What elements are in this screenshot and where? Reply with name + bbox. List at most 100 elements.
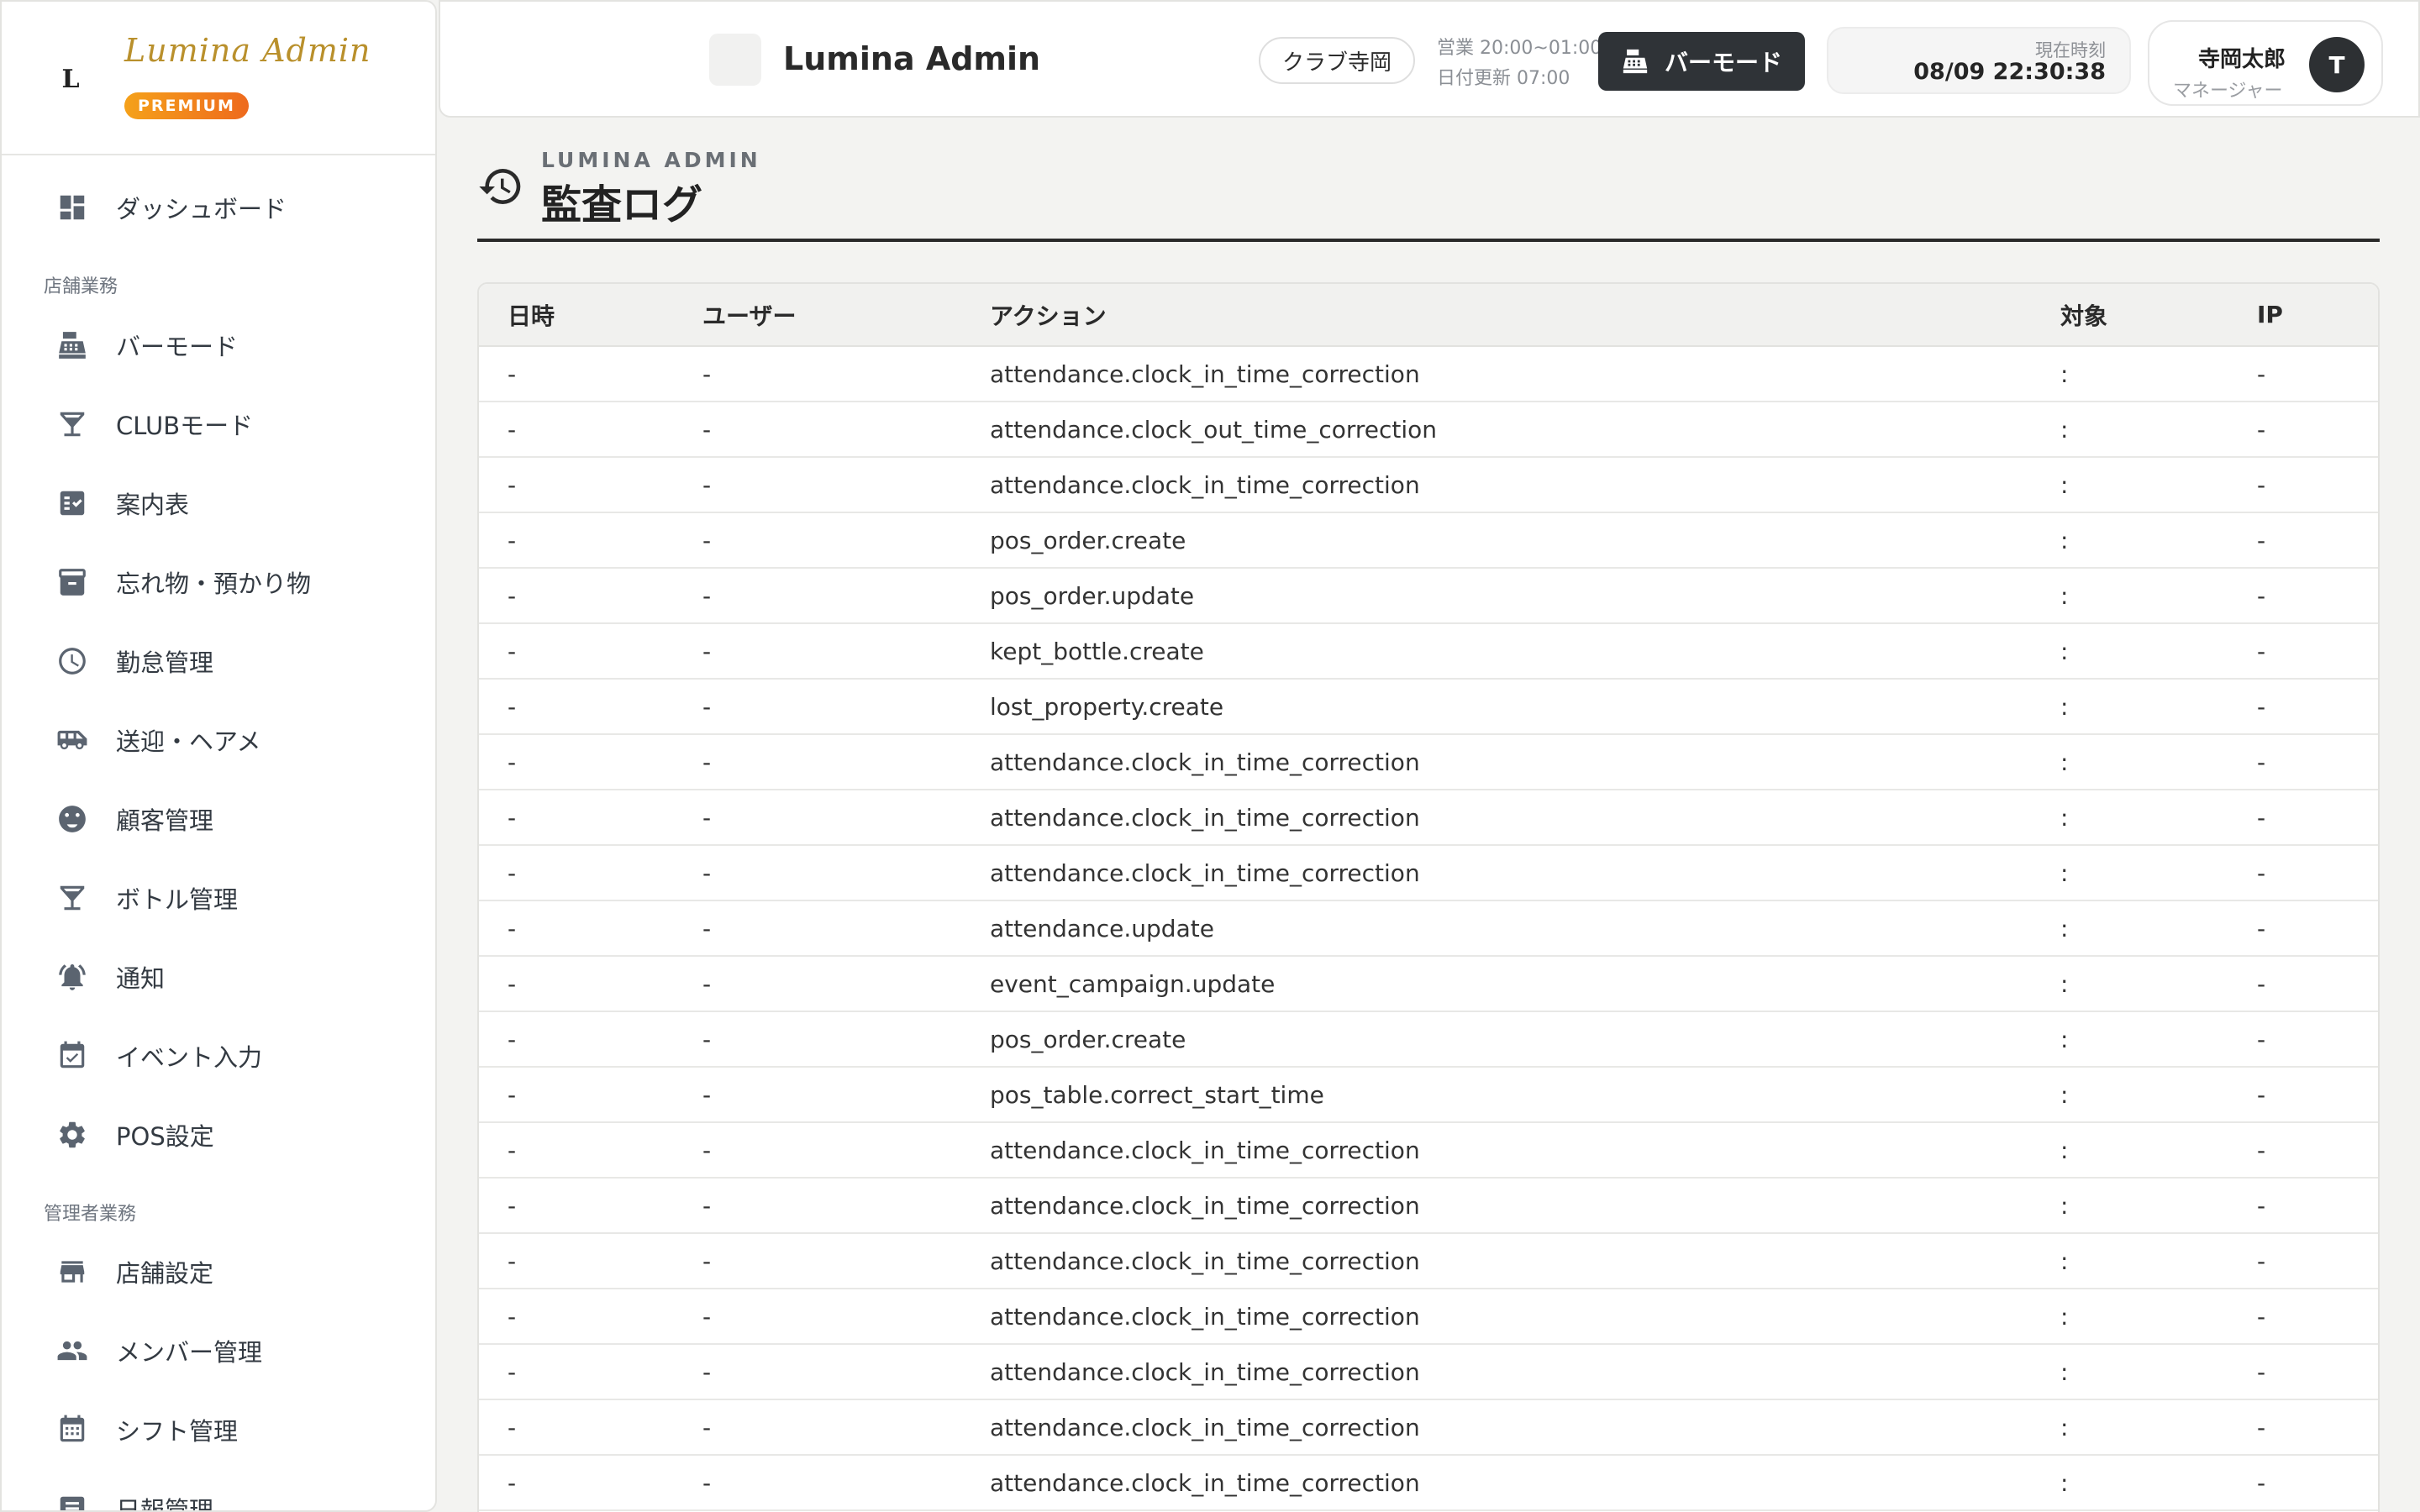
table-row[interactable]: - - attendance.clock_in_time_correction: - xyxy=(479,1233,2378,1289)
sidebar-item-store-settings[interactable]: 店舗設定 xyxy=(2,1238,435,1305)
table-row[interactable]: - - kept_bottle.create: - xyxy=(479,623,2378,680)
table-row[interactable]: - - event_campaign.update: - xyxy=(479,956,2378,1012)
user-menu[interactable]: 寺岡太郎 マネージャー T xyxy=(2148,20,2383,106)
sidebar-item-daily-reports[interactable]: 日報管理 xyxy=(2,1475,435,1510)
table-row[interactable]: - - pos_order.update: - xyxy=(479,568,2378,624)
cell-ip: - xyxy=(2228,1344,2378,1400)
cell-target: : xyxy=(2032,346,2228,402)
cell-user: - xyxy=(674,1011,961,1068)
sidebar-item-attendance[interactable]: 勤怠管理 xyxy=(2,627,435,695)
cell-ip: - xyxy=(2228,1289,2378,1345)
cell-datetime: - xyxy=(479,1289,674,1345)
archive-box-icon xyxy=(55,565,89,599)
store-selector[interactable]: クラブ寺岡 xyxy=(1259,37,1416,84)
sidebar-item-label: POS設定 xyxy=(116,1122,214,1151)
cell-user: - xyxy=(674,1233,961,1289)
table-row[interactable]: - - attendance.clock_in_time_correction: - xyxy=(479,1344,2378,1400)
cell-ip: - xyxy=(2228,679,2378,735)
table-row[interactable]: - - pos_order.create: - xyxy=(479,1011,2378,1068)
section-label-admin-operations: 管理者業務 xyxy=(44,1204,137,1225)
cell-user: - xyxy=(674,845,961,901)
table-row[interactable]: - - attendance.clock_in_time_correction: - xyxy=(479,1122,2378,1179)
cell-action: event_campaign.update xyxy=(961,956,2032,1012)
table-row[interactable]: - - pos_order.create: - xyxy=(479,512,2378,569)
cell-target: : xyxy=(2032,845,2228,901)
column-header-target[interactable]: 対象 xyxy=(2032,284,2228,347)
sidebar-item-pos-settings[interactable]: POS設定 xyxy=(2,1101,435,1168)
cell-target: : xyxy=(2032,679,2228,735)
cell-action: attendance.clock_in_time_correction xyxy=(961,845,2032,901)
cell-datetime: - xyxy=(479,845,674,901)
table-row[interactable]: - - lost_property.create: - xyxy=(479,679,2378,735)
cell-target: : xyxy=(2032,790,2228,846)
avatar[interactable]: T xyxy=(2309,37,2365,92)
cocktail-glass-icon xyxy=(55,407,89,441)
cell-user: - xyxy=(674,512,961,569)
sidebar-item-pickup-hair[interactable]: 送迎・ヘアメ xyxy=(2,706,435,774)
cell-user: - xyxy=(674,1178,961,1234)
brand-script-logo[interactable]: Lumina Admin xyxy=(124,32,371,69)
sidebar-item-club-mode[interactable]: CLUBモード xyxy=(2,391,435,458)
cell-target: : xyxy=(2032,1289,2228,1345)
column-header-ip[interactable]: IP xyxy=(2228,284,2378,347)
table-row[interactable]: - - attendance.clock_in_time_correction: - xyxy=(479,845,2378,901)
cell-target: : xyxy=(2032,734,2228,790)
cell-target: : xyxy=(2032,512,2228,569)
column-header-user[interactable]: ユーザー xyxy=(674,284,961,347)
sidebar-item-label: メンバー管理 xyxy=(116,1338,263,1367)
sidebar-item-label: 忘れ物・預かり物 xyxy=(116,570,312,598)
dashboard-icon xyxy=(55,191,89,224)
table-body: - - attendance.clock_in_time_correction: - -… xyxy=(479,346,2378,1511)
face-icon xyxy=(55,802,89,836)
sidebar-item-shifts[interactable]: シフト管理 xyxy=(2,1396,435,1463)
column-header-datetime[interactable]: 日時 xyxy=(479,284,674,347)
sidebar-item-bar-mode[interactable]: バーモード xyxy=(2,312,435,379)
table-row[interactable]: - - attendance.clock_in_time_correction: - xyxy=(479,457,2378,513)
cell-ip: - xyxy=(2228,1067,2378,1123)
sidebar-item-dashboard[interactable]: ダッシュボード xyxy=(2,174,435,241)
table-row[interactable]: - - attendance.clock_in_time_correction: - xyxy=(479,1455,2378,1511)
table-row[interactable]: - - attendance.clock_in_time_correction: - xyxy=(479,1289,2378,1345)
table-row[interactable]: - - attendance.clock_in_time_correction: - xyxy=(479,346,2378,402)
cell-ip: - xyxy=(2228,900,2378,957)
brand-area: L Lumina Admin PREMIUM xyxy=(2,2,435,155)
sidebar-item-bottles[interactable]: ボトル管理 xyxy=(2,864,435,932)
table-row[interactable]: - - attendance.clock_in_time_correction: - xyxy=(479,1399,2378,1456)
cell-action: pos_order.update xyxy=(961,568,2032,624)
cell-ip: - xyxy=(2228,1399,2378,1456)
sidebar-item-lost-and-kept[interactable]: 忘れ物・預かり物 xyxy=(2,549,435,616)
table-row[interactable]: - - attendance.clock_in_time_correction: - xyxy=(479,790,2378,846)
audit-log-table: 日時 ユーザー アクション 対象 IP - - attendance.clock_i… xyxy=(477,282,2380,1512)
sidebar-item-customers[interactable]: 顧客管理 xyxy=(2,785,435,853)
history-icon xyxy=(477,163,524,210)
checklist-icon xyxy=(55,486,89,520)
top-header: Lumina Admin クラブ寺岡 営業 20:00~01:00 日付更新 0… xyxy=(439,0,2420,118)
cell-action: attendance.clock_in_time_correction xyxy=(961,1233,2032,1289)
business-hours-info: 営業 20:00~01:00 日付更新 07:00 xyxy=(1437,34,1602,94)
column-header-action[interactable]: アクション xyxy=(961,284,2032,347)
table-row[interactable]: - - attendance.update: - xyxy=(479,900,2378,957)
cell-user: - xyxy=(674,402,961,458)
cell-action: attendance.clock_in_time_correction xyxy=(961,1122,2032,1179)
sidebar-item-members[interactable]: メンバー管理 xyxy=(2,1317,435,1384)
cell-datetime: - xyxy=(479,1344,674,1400)
table-row[interactable]: - - pos_table.correct_start_time: - xyxy=(479,1067,2378,1123)
current-time-panel: 現在時刻 08/09 22:30:38 xyxy=(1827,27,2131,94)
sidebar-item-guide-table[interactable]: 案内表 xyxy=(2,470,435,537)
cell-target: : xyxy=(2032,956,2228,1012)
sidebar-item-label: 通知 xyxy=(116,964,166,993)
sidebar-item-notifications[interactable]: 通知 xyxy=(2,943,435,1011)
cell-target: : xyxy=(2032,1011,2228,1068)
table-row[interactable]: - - attendance.clock_in_time_correction: - xyxy=(479,734,2378,790)
table-row[interactable]: - - attendance.clock_in_time_correction: - xyxy=(479,1178,2378,1234)
brand-logo-mark[interactable]: L xyxy=(40,54,101,104)
cell-datetime: - xyxy=(479,346,674,402)
cell-datetime: - xyxy=(479,1178,674,1234)
sidebar-item-event-input[interactable]: イベント入力 xyxy=(2,1022,435,1089)
table-row[interactable]: - - attendance.clock_out_time_correction: - xyxy=(479,402,2378,458)
bar-mode-button[interactable]: バーモード xyxy=(1598,32,1805,91)
cell-datetime: - xyxy=(479,623,674,680)
current-time-value: 08/09 22:30:38 xyxy=(1913,59,2106,85)
cell-user: - xyxy=(674,457,961,513)
clock-icon xyxy=(55,644,89,678)
